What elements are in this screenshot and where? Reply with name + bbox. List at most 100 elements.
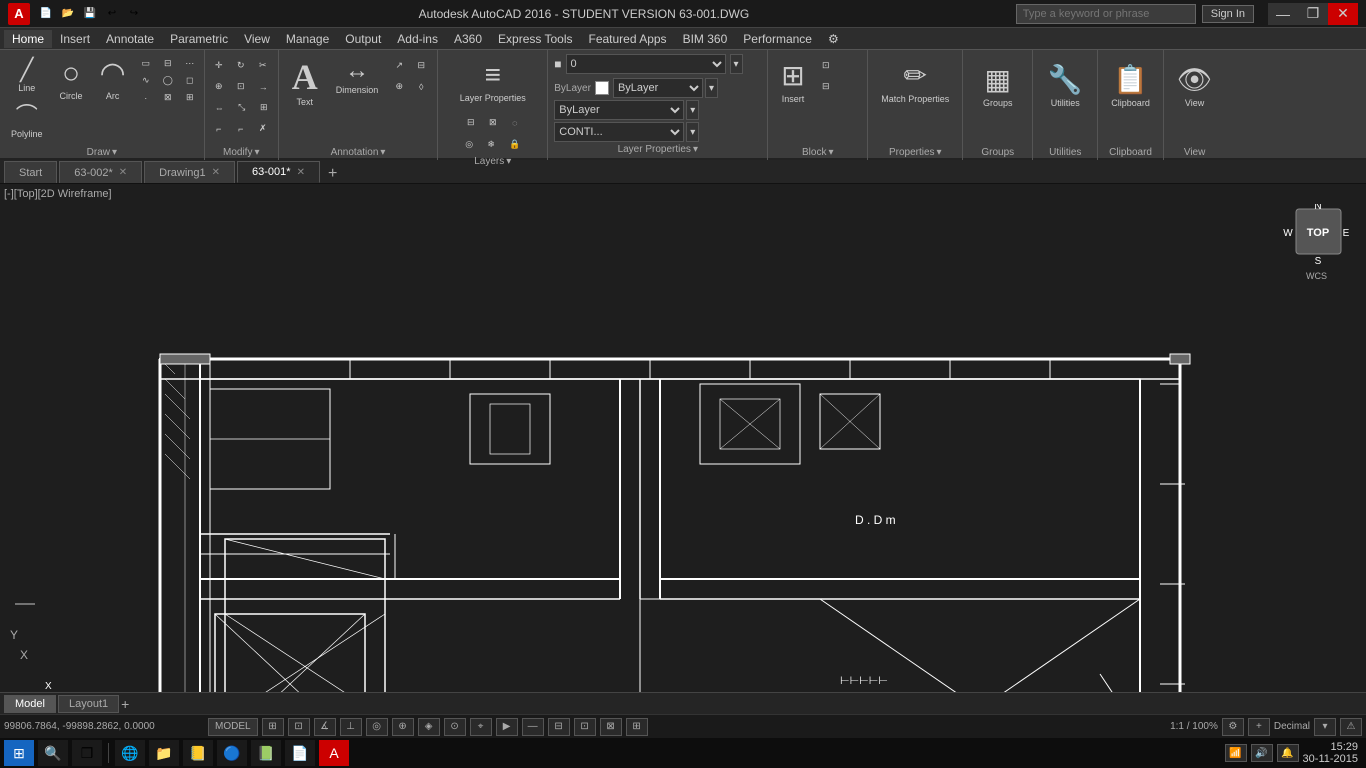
rotate-button[interactable]: ↻ (231, 56, 251, 75)
3dosnap-toggle[interactable]: ◈ (418, 718, 440, 736)
annotation-section-footer[interactable]: Annotation ▾ (285, 145, 432, 160)
polar-toggle[interactable]: ◎ (366, 718, 388, 736)
view-button[interactable]: 👁 View (1170, 58, 1220, 113)
layer-off-button[interactable]: ◌ (505, 113, 525, 132)
mirror-button[interactable]: ⊡ (231, 77, 251, 96)
minimize-button[interactable]: — (1268, 3, 1298, 25)
menu-output[interactable]: Output (337, 30, 389, 48)
network-icon[interactable]: 📶 (1225, 744, 1247, 762)
grid-snap-toggle[interactable]: ⊡ (288, 718, 310, 736)
menu-addins[interactable]: Add-ins (389, 30, 446, 48)
layer-selector[interactable]: 0 (566, 54, 726, 74)
region-button[interactable]: ◻ (180, 73, 200, 88)
text-button[interactable]: A Text (285, 54, 325, 112)
tab-63001-close[interactable]: ✕ (297, 167, 305, 178)
qat-undo[interactable]: ↩ (102, 4, 122, 24)
array-button[interactable]: ⊞ (254, 98, 274, 117)
layout-add-button[interactable]: + (121, 696, 129, 712)
lw-toggle[interactable]: — (522, 718, 544, 736)
stretch-button[interactable]: ⇔ (209, 98, 230, 117)
onenote-button[interactable]: 📒 (183, 740, 213, 766)
match-properties-button[interactable]: ✏ Match Properties (874, 54, 956, 109)
table-annot-button[interactable]: ⊟ (411, 56, 431, 75)
menu-annotate[interactable]: Annotate (98, 30, 162, 48)
settings-button[interactable]: ⚙ (1222, 718, 1244, 736)
edge-button[interactable]: 🌐 (115, 740, 145, 766)
dimension-button[interactable]: ↔ Dimension (329, 54, 386, 100)
draw-section-footer[interactable]: Draw ▾ (4, 145, 200, 160)
close-button[interactable]: ✕ (1328, 3, 1358, 25)
hatch-button[interactable]: ⊟ (158, 56, 178, 71)
layer-freeze-button[interactable]: ❄ (481, 135, 501, 154)
layout-tab-layout1[interactable]: Layout1 (58, 695, 119, 713)
move-button[interactable]: ✛ (209, 56, 229, 75)
color-selector[interactable]: ByLayer (613, 78, 703, 98)
warning-button[interactable]: ⚠ (1340, 718, 1362, 736)
ucs-toggle[interactable]: ⌖ (470, 718, 492, 736)
create-block-button[interactable]: ⊡ (816, 56, 836, 75)
linetype-selector[interactable]: ByLayer (554, 100, 684, 120)
qat-redo[interactable]: ↪ (124, 4, 144, 24)
chrome-button[interactable]: 🔵 (217, 740, 247, 766)
qat-save[interactable]: 💾 (80, 4, 100, 24)
tab-63002-close[interactable]: ✕ (119, 167, 127, 178)
taskbar-clock[interactable]: 15:29 30-11-2015 (1303, 741, 1362, 765)
clipboard-button[interactable]: 📋 Clipboard (1104, 58, 1157, 113)
excel-button[interactable]: 📗 (251, 740, 281, 766)
menu-parametric[interactable]: Parametric (162, 30, 236, 48)
tab-63001[interactable]: 63-001* ✕ (237, 161, 320, 183)
lineweight-selector[interactable]: CONTI... (554, 122, 684, 142)
markup-button[interactable]: ◊ (411, 77, 431, 96)
menu-bim360[interactable]: BIM 360 (675, 30, 736, 48)
copy-button[interactable]: ⊕ (209, 77, 229, 96)
insert-button[interactable]: ⊞ Insert (774, 54, 811, 109)
file-explorer-button[interactable]: 📁 (149, 740, 179, 766)
line-button[interactable]: ╱ Line (4, 54, 50, 98)
leader-button[interactable]: ↗ (389, 56, 409, 75)
modify-section-footer[interactable]: Modify ▾ (209, 145, 274, 160)
table-button[interactable]: ⊞ (180, 90, 200, 105)
qp-toggle[interactable]: ⊡ (574, 718, 596, 736)
autocad-taskbar-button[interactable]: A (319, 740, 349, 766)
sign-in-button[interactable]: Sign In (1202, 5, 1254, 23)
tab-drawing1[interactable]: Drawing1 ✕ (144, 161, 235, 183)
menu-insert[interactable]: Insert (52, 30, 98, 48)
layer-state-button[interactable]: ⊟ (461, 113, 481, 132)
rectangle-button[interactable]: ▭ (136, 56, 156, 71)
infer-toggle[interactable]: ∡ (314, 718, 336, 736)
utilities-button[interactable]: 🔧 Utilities (1041, 58, 1090, 113)
units-dropdown[interactable]: ▾ (1314, 718, 1336, 736)
chamfer-button[interactable]: ⌐ (231, 119, 251, 138)
properties-section-footer[interactable]: Properties ▾ (874, 145, 956, 160)
more-draw-button[interactable]: ⋯ (180, 56, 200, 71)
menu-home[interactable]: Home (4, 30, 52, 48)
circle-button[interactable]: ○ Circle (53, 54, 90, 106)
word-button[interactable]: 📄 (285, 740, 315, 766)
qat-new[interactable]: 📄 (36, 4, 56, 24)
menu-featured[interactable]: Featured Apps (581, 30, 675, 48)
drawing-area[interactable]: [-][Top][2D Wireframe] (0, 184, 1366, 692)
groups-button[interactable]: ▦ Groups (976, 58, 1020, 113)
grid-toggle[interactable]: ⊞ (262, 718, 284, 736)
menu-performance[interactable]: Performance (735, 30, 820, 48)
layer-dropdown-btn[interactable]: ▾ (730, 54, 743, 74)
navigation-cube[interactable]: TOP N S E W WCS (1276, 204, 1356, 284)
polyline-button[interactable]: ⌒ Polyline (4, 100, 50, 144)
layer-properties-button[interactable]: ≡ Layer Properties (453, 54, 533, 108)
maximize-button[interactable]: ❐ (1298, 3, 1328, 25)
zoom-in-button[interactable]: + (1248, 718, 1270, 736)
search-input[interactable] (1016, 4, 1196, 24)
am-toggle[interactable]: ⊞ (626, 718, 648, 736)
block-section-footer[interactable]: Block ▾ (774, 145, 861, 160)
layer-lock-button[interactable]: 🔒 (503, 135, 526, 154)
tab-drawing1-close[interactable]: ✕ (212, 167, 220, 178)
windows-start-button[interactable]: ⊞ (4, 740, 34, 766)
tab-add-button[interactable]: + (322, 165, 343, 183)
ortho-toggle[interactable]: ⊥ (340, 718, 362, 736)
menu-a360[interactable]: A360 (446, 30, 490, 48)
lineweight-dropdown-btn[interactable]: ▾ (686, 122, 699, 142)
arc-button[interactable]: ◠ Arc (93, 54, 133, 106)
menu-view[interactable]: View (236, 30, 278, 48)
spline-button[interactable]: ∿ (136, 73, 156, 88)
dyn-toggle[interactable]: ▶ (496, 718, 518, 736)
